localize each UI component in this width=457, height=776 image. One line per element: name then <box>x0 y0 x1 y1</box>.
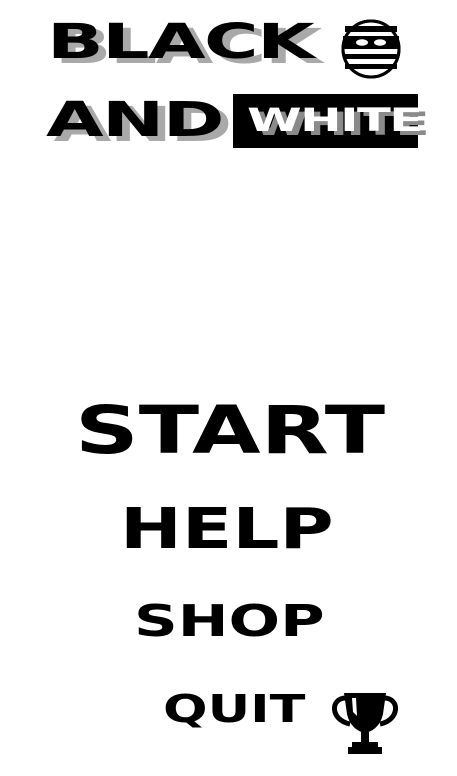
logo-word-white: WHITE <box>247 101 423 139</box>
game-logo: BLACK AND WHITE <box>44 14 424 154</box>
quit-button[interactable]: QUIT <box>163 690 305 728</box>
help-button[interactable]: HELP <box>120 502 334 558</box>
start-button[interactable]: START <box>75 398 385 464</box>
logo-white-box: WHITE <box>233 94 423 148</box>
logo-word-black: BLACK <box>47 14 315 70</box>
shop-button[interactable]: SHOP <box>134 600 325 644</box>
logo-word-and: AND <box>46 92 225 148</box>
trophy-icon[interactable] <box>328 690 402 756</box>
masked-face-icon <box>341 19 401 79</box>
